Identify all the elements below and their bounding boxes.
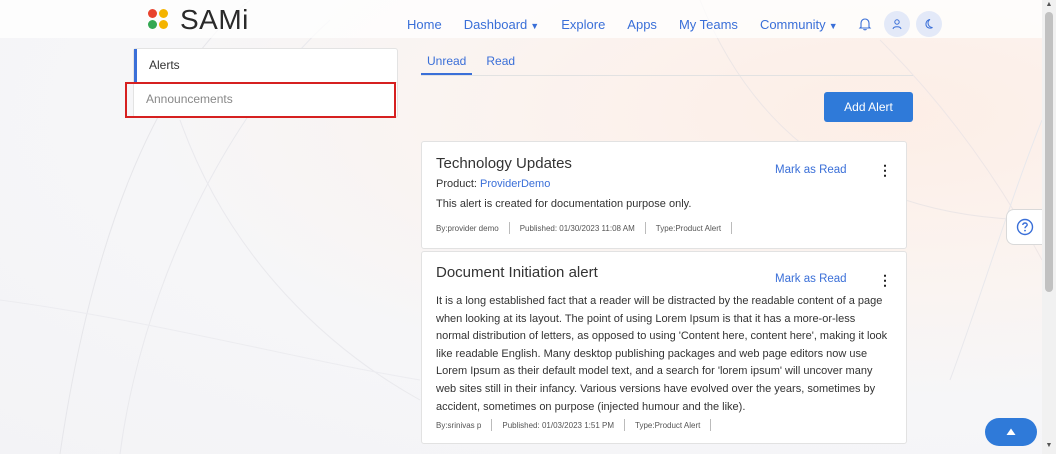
nav-apps-label: Apps xyxy=(627,16,657,32)
nav-dashboard-label: Dashboard xyxy=(463,16,528,32)
product-link[interactable]: ProviderDemo xyxy=(480,178,550,190)
logo-mark-icon xyxy=(148,9,170,31)
alert-type: Type:Product Alert xyxy=(655,223,722,233)
body-line: accident, sometimes on purpose (injected… xyxy=(436,400,746,413)
tab-unread[interactable]: Unread xyxy=(421,48,473,75)
arrow-up-icon xyxy=(1006,428,1016,435)
alert-title: Document Initiation alert xyxy=(436,264,598,281)
body-line: normal distribution of letters, as oppos… xyxy=(436,330,888,343)
nav-community-label: Community xyxy=(759,16,826,32)
highlight-box xyxy=(125,82,396,118)
alert-published: Published: 01/03/2023 1:51 PM xyxy=(502,420,614,430)
alert-author: By:srinivas p xyxy=(436,420,482,430)
nav-dashboard[interactable]: Dashboard ▼ xyxy=(464,17,540,32)
alert-type: Type:Product Alert xyxy=(635,420,701,430)
meta-divider xyxy=(710,419,712,431)
mark-as-read-link[interactable]: Mark as Read xyxy=(775,273,847,285)
bell-icon[interactable] xyxy=(852,11,878,37)
help-icon xyxy=(1016,218,1034,236)
nav-explore-label: Explore xyxy=(561,16,606,32)
nav-community[interactable]: Community ▼ xyxy=(760,17,838,32)
tab-read[interactable]: Read xyxy=(480,48,521,75)
scroll-thumb[interactable] xyxy=(1045,12,1053,292)
nav-explore[interactable]: Explore xyxy=(561,17,605,32)
alert-author: By:provider demo xyxy=(436,223,499,233)
nav-home[interactable]: Home xyxy=(407,17,442,32)
scroll-down-arrow-icon[interactable]: ▼ xyxy=(1042,442,1056,449)
user-icon[interactable] xyxy=(883,11,910,37)
alert-card: Technology Updates Mark as Read ⋮ Produc… xyxy=(421,141,907,249)
alert-body: It is a long established fact that a rea… xyxy=(436,293,896,416)
meta-divider xyxy=(644,222,646,234)
help-button[interactable] xyxy=(1006,209,1043,245)
page-scrollbar[interactable]: ▲ ▼ xyxy=(1042,0,1056,454)
chevron-down-icon: ▼ xyxy=(530,20,540,31)
moon-icon[interactable] xyxy=(915,11,942,37)
alert-body: This alert is created for documentation … xyxy=(436,198,692,210)
nav-my-teams[interactable]: My Teams xyxy=(679,17,738,32)
sidebar-item-label: Alerts xyxy=(149,58,180,72)
alert-tabs: Unread Read xyxy=(421,48,913,76)
more-options-icon[interactable]: ⋮ xyxy=(878,272,892,289)
meta-divider xyxy=(508,222,510,234)
meta-divider xyxy=(731,222,733,234)
body-line: when looking at its layout. The point of… xyxy=(436,312,856,325)
alert-card: Document Initiation alert Mark as Read ⋮… xyxy=(421,251,907,444)
nav-apps[interactable]: Apps xyxy=(627,17,657,32)
logo-text: SAMi xyxy=(180,4,249,35)
alert-product: Product: ProviderDemo xyxy=(436,178,550,190)
scroll-up-arrow-icon[interactable]: ▲ xyxy=(1042,1,1056,8)
alert-published: Published: 01/30/2023 11:08 AM xyxy=(519,223,635,233)
body-line: like readable English. Many desktop publ… xyxy=(436,347,868,360)
body-line: web sites still in their infancy. Variou… xyxy=(436,382,876,395)
product-label: Product: xyxy=(436,178,477,190)
alert-meta: By:provider demo Published: 01/30/2023 1… xyxy=(436,222,742,234)
nav-my-teams-label: My Teams xyxy=(678,16,738,32)
alert-title: Technology Updates xyxy=(436,155,572,172)
top-header: SAMi Home Dashboard ▼ Explore Apps My Tea… xyxy=(0,0,1042,38)
body-line: Lorem Ipsum as their default model text,… xyxy=(436,365,873,378)
chevron-down-icon: ▼ xyxy=(828,20,838,31)
more-options-icon[interactable]: ⋮ xyxy=(878,162,892,179)
alert-meta: By:srinivas p Published: 01/03/2023 1:51… xyxy=(436,419,721,431)
scroll-to-top-button[interactable] xyxy=(985,418,1037,446)
main-nav: Home Dashboard ▼ Explore Apps My Teams Co… xyxy=(407,11,942,37)
mark-as-read-link[interactable]: Mark as Read xyxy=(775,164,847,176)
sidebar-item-alerts[interactable]: Alerts xyxy=(134,49,397,82)
nav-home-label: Home xyxy=(407,16,442,32)
logo[interactable]: SAMi xyxy=(148,4,249,36)
meta-divider xyxy=(491,419,493,431)
add-alert-button[interactable]: Add Alert xyxy=(824,92,913,122)
body-line: It is a long established fact that a rea… xyxy=(436,295,883,307)
meta-divider xyxy=(624,419,625,431)
